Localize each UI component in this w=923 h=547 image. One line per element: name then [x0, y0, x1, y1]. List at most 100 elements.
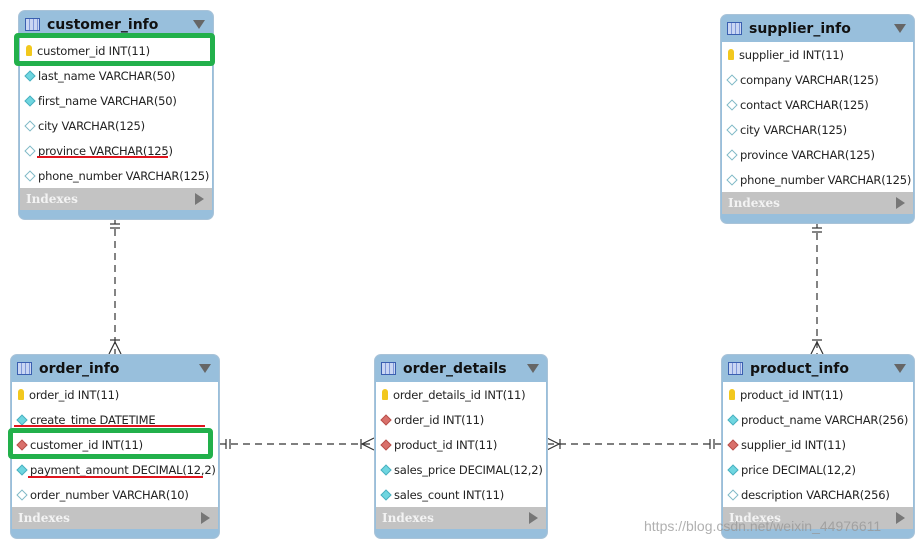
table-order_details[interactable]: order_details order_details_id INT(11) or… [374, 354, 548, 539]
table-supplier_info[interactable]: supplier_info supplier_id INT(11) company… [720, 14, 915, 224]
collapse-arrow-icon[interactable] [894, 24, 906, 33]
expand-arrow-icon[interactable] [896, 197, 905, 209]
filled-diamond-icon [24, 69, 36, 82]
table-title: customer_info [47, 16, 159, 33]
column-text: order_id INT(11) [394, 412, 484, 427]
column-text: province VARCHAR(125) [740, 147, 875, 162]
hollow-diamond-icon [726, 98, 738, 111]
filled-diamond-icon [16, 413, 28, 426]
highlight-customer-id-fk [8, 428, 213, 459]
hollow-diamond-icon [24, 144, 36, 157]
hollow-diamond-icon [24, 169, 36, 182]
column-text: first_name VARCHAR(50) [38, 93, 177, 108]
column-row[interactable]: supplier_id INT(11) [723, 432, 913, 457]
table-icon [17, 362, 32, 375]
column-row[interactable]: city VARCHAR(125) [722, 117, 913, 142]
column-text: price DECIMAL(12,2) [741, 462, 856, 477]
indexes-section[interactable]: Indexes [20, 188, 212, 210]
column-text: phone_number VARCHAR(125) [38, 168, 210, 183]
hollow-diamond-icon [726, 173, 738, 186]
hollow-diamond-icon [24, 119, 36, 132]
column-row[interactable]: order_id INT(11) [12, 382, 218, 407]
underline-province [37, 156, 168, 158]
column-row[interactable]: contact VARCHAR(125) [722, 92, 913, 117]
foreign-key-icon [380, 438, 392, 451]
hollow-diamond-icon [16, 488, 28, 501]
column-row[interactable]: order_id INT(11) [376, 407, 546, 432]
column-row[interactable]: sales_price DECIMAL(12,2) [376, 457, 546, 482]
table-header[interactable]: supplier_info [721, 15, 914, 42]
table-icon [727, 22, 742, 35]
table-header[interactable]: order_info [11, 355, 219, 382]
table-icon [381, 362, 396, 375]
column-row[interactable]: product_id INT(11) [376, 432, 546, 457]
column-row[interactable]: sales_count INT(11) [376, 482, 546, 507]
column-row[interactable]: supplier_id INT(11) [722, 42, 913, 67]
collapse-arrow-icon[interactable] [894, 364, 906, 373]
foreign-key-icon [380, 413, 392, 426]
indexes-section[interactable]: Indexes [12, 507, 218, 529]
hollow-diamond-icon [726, 148, 738, 161]
indexes-section[interactable]: Indexes [376, 507, 546, 529]
column-text: phone_number VARCHAR(125) [740, 172, 912, 187]
filled-diamond-icon [380, 463, 392, 476]
column-row[interactable]: payment_amount DECIMAL(12,2) [12, 457, 218, 482]
column-row[interactable]: province VARCHAR(125) [20, 138, 212, 163]
table-header[interactable]: product_info [722, 355, 914, 382]
column-row[interactable]: first_name VARCHAR(50) [20, 88, 212, 113]
column-row[interactable]: order_number VARCHAR(10) [12, 482, 218, 507]
column-text: order_details_id INT(11) [393, 387, 526, 402]
filled-diamond-icon [380, 488, 392, 501]
collapse-arrow-icon[interactable] [193, 20, 205, 29]
filled-diamond-icon [727, 463, 739, 476]
column-text: payment_amount DECIMAL(12,2) [30, 462, 216, 477]
table-header[interactable]: order_details [375, 355, 547, 382]
column-row[interactable]: description VARCHAR(256) [723, 482, 913, 507]
column-text: company VARCHAR(125) [740, 72, 879, 87]
key-icon [729, 389, 735, 400]
underline-create-time [14, 425, 205, 427]
column-row[interactable]: order_details_id INT(11) [376, 382, 546, 407]
highlight-customer-id-pk [14, 33, 215, 66]
indexes-section[interactable]: Indexes [722, 192, 913, 214]
column-row[interactable]: phone_number VARCHAR(125) [722, 167, 913, 192]
column-text: product_name VARCHAR(256) [741, 412, 909, 427]
column-row[interactable]: price DECIMAL(12,2) [723, 457, 913, 482]
column-text: last_name VARCHAR(50) [38, 68, 176, 83]
column-row[interactable]: province VARCHAR(125) [722, 142, 913, 167]
expand-arrow-icon[interactable] [195, 193, 204, 205]
expand-arrow-icon[interactable] [201, 512, 210, 524]
indexes-label: Indexes [382, 511, 434, 525]
table-title: order_info [39, 360, 120, 377]
key-icon [382, 389, 388, 400]
table-title: supplier_info [749, 20, 851, 37]
indexes-label: Indexes [18, 511, 70, 525]
filled-diamond-icon [24, 94, 36, 107]
column-text: description VARCHAR(256) [741, 487, 890, 502]
column-row[interactable]: phone_number VARCHAR(125) [20, 163, 212, 188]
collapse-arrow-icon[interactable] [527, 364, 539, 373]
column-row[interactable]: city VARCHAR(125) [20, 113, 212, 138]
table-product_info[interactable]: product_info product_id INT(11) product_n… [721, 354, 915, 539]
expand-arrow-icon[interactable] [896, 512, 905, 524]
table-icon [728, 362, 743, 375]
hollow-diamond-icon [727, 488, 739, 501]
key-icon [728, 49, 734, 60]
collapse-arrow-icon[interactable] [199, 364, 211, 373]
column-text: supplier_id INT(11) [741, 437, 846, 452]
column-text: contact VARCHAR(125) [740, 97, 869, 112]
filled-diamond-icon [727, 413, 739, 426]
column-row[interactable]: last_name VARCHAR(50) [20, 63, 212, 88]
column-text: city VARCHAR(125) [740, 122, 847, 137]
filled-diamond-icon [16, 463, 28, 476]
column-row[interactable]: company VARCHAR(125) [722, 67, 913, 92]
expand-arrow-icon[interactable] [529, 512, 538, 524]
column-text: city VARCHAR(125) [38, 118, 145, 133]
column-row[interactable]: product_id INT(11) [723, 382, 913, 407]
column-row[interactable]: product_name VARCHAR(256) [723, 407, 913, 432]
watermark: https://blog.csdn.net/weixin_44976611 [644, 518, 882, 534]
indexes-label: Indexes [26, 192, 78, 206]
underline-payment-amount [28, 476, 203, 478]
hollow-diamond-icon [726, 73, 738, 86]
table-title: order_details [403, 360, 507, 377]
